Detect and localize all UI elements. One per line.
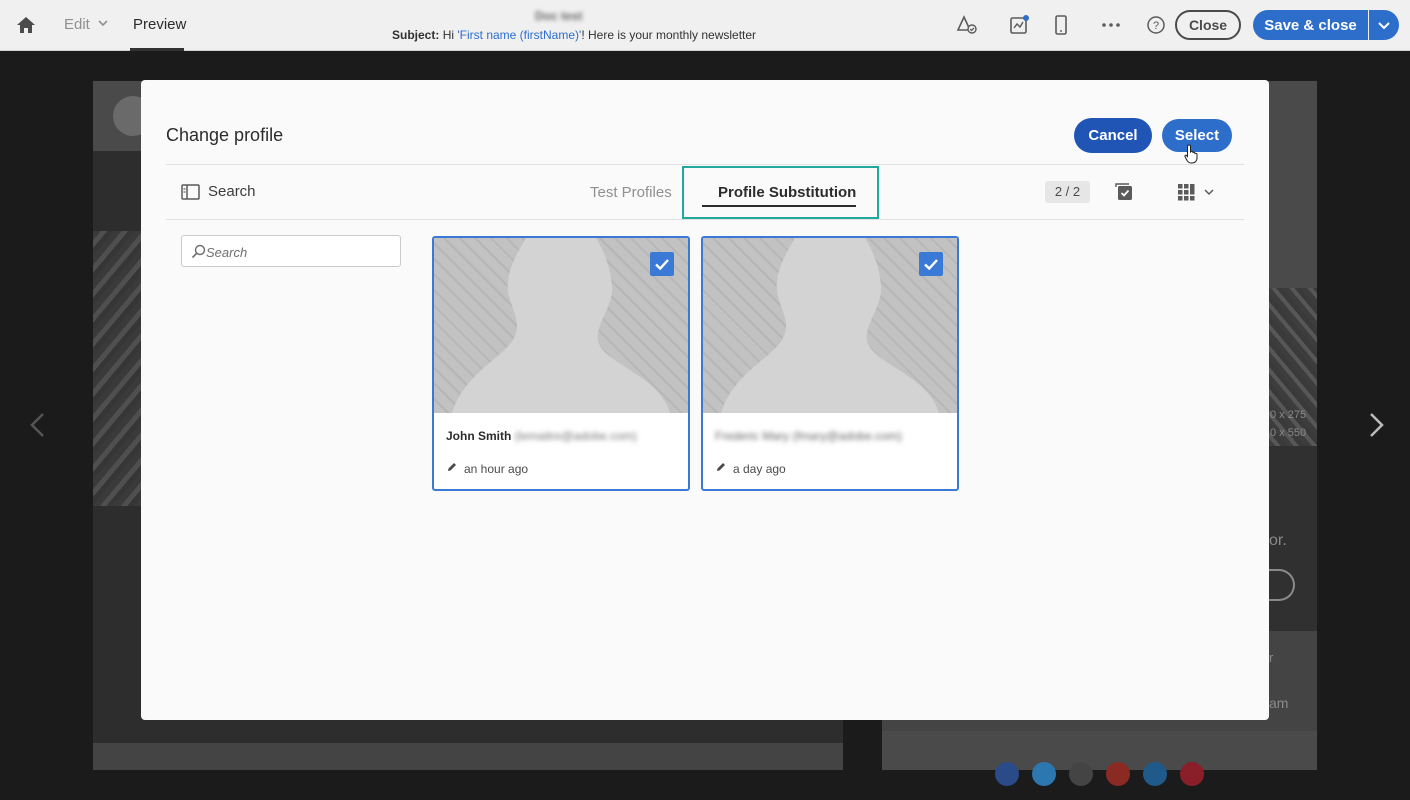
select-all-icon[interactable] [1115,183,1133,201]
grid-view-icon[interactable] [1177,183,1195,201]
preview-tab[interactable]: Preview [133,16,186,33]
tab-test-profiles[interactable]: Test Profiles [590,184,672,201]
rules-check-icon[interactable] [956,14,978,36]
pencil-icon [717,463,725,471]
help-icon[interactable]: ? [1145,14,1167,36]
checkmark-icon [655,259,669,271]
profile-name: John Smith (lemaitre@adobe.com) [446,429,637,443]
next-arrow-icon[interactable] [1360,410,1390,440]
checkmark-icon [924,259,938,271]
search-input[interactable] [206,241,396,263]
subject-suffix: ! Here is your monthly newsletter [581,28,757,42]
chevron-down-icon[interactable] [97,17,109,29]
profile-name: Frederic Mary (fmary@adobe.com) [715,429,902,443]
linkedin-icon [1143,762,1167,786]
search-panel-toggle[interactable]: Search [181,183,271,203]
mobile-preview-icon[interactable] [1050,14,1072,36]
more-icon[interactable] [1100,14,1122,36]
preview-image [1269,288,1317,446]
highlight-annotation [682,166,879,219]
selection-count-badge: 2 / 2 [1045,181,1090,203]
sidebar-panel-icon [181,184,200,200]
subject-line: Subject: Hi 'First name (firstName)'! He… [392,28,756,42]
save-and-close-button[interactable]: Save & close [1253,10,1368,40]
chevron-down-icon[interactable] [1203,186,1215,198]
profile-name-blurred: Frederic Mary (fmary@adobe.com) [715,429,902,443]
document-title: Doc test [535,9,583,23]
preview-footer [882,731,1317,770]
report-icon[interactable] [1008,14,1030,36]
subject-label: Subject: [392,28,440,42]
image-dimension-text: 0 x 550 [1270,427,1307,439]
profile-email: (lemaitre@adobe.com) [514,429,637,443]
home-icon[interactable] [16,15,36,35]
preview-text-snippet: am [1269,695,1289,711]
search-panel-label: Search [208,183,256,200]
hand-cursor-icon [1184,144,1198,164]
top-bar: Edit Preview Doc test Subject: Hi 'First… [0,0,1410,51]
profile-card[interactable]: John Smith (lemaitre@adobe.com) an hour … [432,236,690,491]
close-button[interactable]: Close [1175,10,1241,40]
chevron-down-icon [1378,22,1390,30]
svg-text:?: ? [1153,20,1159,32]
search-icon [191,244,206,259]
instagram-icon [1069,762,1093,786]
profile-card[interactable]: Frederic Mary (fmary@adobe.com) a day ag… [701,236,959,491]
pencil-icon [448,463,456,471]
profile-name-text: John Smith [446,429,512,443]
change-profile-dialog: Change profile Cancel Select Search Test… [141,80,1269,720]
cancel-button[interactable]: Cancel [1074,118,1152,153]
card-checkbox[interactable] [919,252,943,276]
divider [166,219,1244,220]
preview-footer [93,743,843,770]
preview-image [93,231,141,506]
dialog-title: Change profile [166,125,284,145]
previous-arrow-icon[interactable] [24,410,54,440]
search-field[interactable] [181,235,401,267]
save-options-button[interactable] [1369,10,1399,40]
preview-text-snippet: r [1269,650,1274,665]
image-dimension-text: 0 x 275 [1270,409,1307,421]
card-checkbox[interactable] [650,252,674,276]
modified-time: an hour ago [464,462,529,476]
preview-tab-indicator [130,48,184,51]
modified-time: a day ago [733,462,786,476]
edit-menu[interactable]: Edit [64,16,90,33]
youtube-icon [1106,762,1130,786]
subject-prefix: Hi [442,28,455,42]
facebook-icon [995,762,1019,786]
preview-text-snippet: or. [1269,532,1287,549]
pinterest-icon [1180,762,1204,786]
divider [166,164,1244,165]
subject-personalization-token: 'First name (firstName)' [457,28,582,42]
twitter-icon [1032,762,1056,786]
